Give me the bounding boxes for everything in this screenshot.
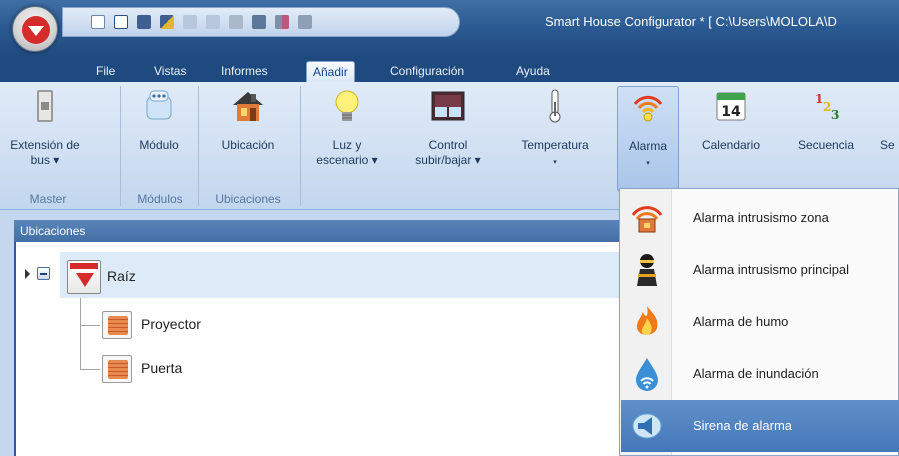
cropped-label: Se [880,138,895,152]
intruder-icon [629,252,665,288]
group-separator [300,86,301,206]
smoke-fire-icon [629,304,665,340]
tree-label-root[interactable]: Raíz [107,268,136,284]
title-bar: Smart House Configurator * [ C:\Users\MO… [0,0,899,58]
secuencia-button[interactable]: 123 Secuencia [780,86,872,192]
group-label-modulos: Módulos [137,192,183,206]
tab-anadir[interactable]: Añadir [306,61,355,82]
brick-wall-icon [102,311,132,339]
selection-marker-icon [25,269,30,279]
luz-label-2: escenario ▾ [316,153,378,167]
temperatura-dropdown-arrow: ▾ [553,159,557,166]
tab-file[interactable]: File [90,61,121,82]
svg-text:3: 3 [831,108,839,122]
open-icon[interactable] [114,15,128,29]
root-location-icon [67,260,101,294]
alarma-label: Alarma [628,139,667,153]
extension-bus-button[interactable]: Extensión de bus ▾ [0,86,90,192]
menu-item-label: Sirena de alarma [693,418,792,433]
menu-item-label: Alarma de inundación [693,366,819,381]
menu-item-sirena[interactable]: Sirena de alarma [621,400,899,452]
menu-item-intrusismo-zona[interactable]: Alarma intrusismo zona [621,192,899,244]
calendario-button[interactable]: 14 Calendario [688,86,774,192]
tree-label-puerta[interactable]: Puerta [141,360,182,376]
group-separator [198,86,199,206]
save-icon[interactable] [137,15,151,29]
cropped-ribbon-button[interactable]: Se [880,86,899,192]
menu-item-label: Alarma intrusismo zona [693,210,829,225]
control-label-2: subir/bajar ▾ [415,153,481,167]
calendar-day-text: 14 [721,104,741,120]
modulo-button[interactable]: Módulo [124,86,194,192]
tree-connector [80,325,100,326]
network-icon[interactable] [252,15,266,29]
group-label-ubicaciones: Ubicaciones [215,192,281,206]
device-icon[interactable] [275,15,289,29]
extension-bus-label-1: Extensión de [10,138,80,152]
monitor-icon[interactable] [298,15,312,29]
group-separator [120,86,121,206]
thermometer-icon [537,88,573,124]
tab-vistas[interactable]: Vistas [148,61,192,82]
tree-connector [80,298,81,370]
bus-extension-icon [27,88,63,124]
brick-wall-icon [102,355,132,383]
menu-item-inundacion[interactable]: Alarma de inundación [621,348,899,400]
app-menu-button[interactable] [12,6,58,52]
flood-drop-icon [629,356,665,392]
new-file-icon[interactable] [91,15,105,29]
ribbon-tabs: File Vistas Informes Añadir Configuració… [0,58,899,82]
tree-connector [80,369,100,370]
siren-icon [629,408,665,444]
export-icon[interactable] [206,15,220,29]
ubicacion-label: Ubicación [221,138,275,152]
collapse-icon[interactable] [37,267,50,280]
intrusion-zone-icon [629,200,665,236]
tree-label-proyector[interactable]: Proyector [141,316,201,332]
menu-item-label: Alarma de humo [693,314,789,329]
control-subir-bajar-button[interactable]: Control subir/bajar ▾ [402,86,494,192]
luz-label-1: Luz y [332,138,362,152]
extension-bus-label-2: bus ▾ [30,153,60,167]
grid-icon[interactable] [229,15,243,29]
alarm-icon [630,89,666,125]
house-icon [230,88,266,124]
tab-ayuda[interactable]: Ayuda [510,61,556,82]
calendario-label: Calendario [701,138,761,152]
temperatura-button[interactable]: Temperatura ▾ [506,86,604,192]
blind-icon [430,88,466,124]
modulo-label: Módulo [139,138,179,152]
ubicaciones-panel-header: Ubicaciones [14,220,624,242]
save-as-icon[interactable] [160,15,174,29]
cropped-icon [880,88,899,124]
menu-item-intrusismo-principal[interactable]: Alarma intrusismo principal [621,244,899,296]
secuencia-label: Secuencia [797,138,855,152]
luz-escenario-button[interactable]: Luz y escenario ▾ [302,86,392,192]
temperatura-label: Temperatura [521,138,589,152]
light-bulb-icon [329,88,365,124]
alarma-dropdown-menu: Alarma intrusismo zona Alarma intrusismo… [619,188,899,456]
brand-logo-icon [22,16,50,44]
tab-configuracion[interactable]: Configuración [384,61,470,82]
module-icon [141,88,177,124]
tab-informes[interactable]: Informes [215,61,274,82]
ubicacion-button[interactable]: Ubicación [202,86,294,192]
menu-item-label: Alarma intrusismo principal [693,262,850,277]
quick-access-toolbar [62,7,460,37]
alarma-button[interactable]: Alarma ▾ [617,86,679,192]
sequence-icon: 123 [808,88,844,124]
tree-row-root[interactable] [60,252,624,298]
window-title: Smart House Configurator * [ C:\Users\MO… [545,14,837,29]
import-icon[interactable] [183,15,197,29]
menu-item-humo[interactable]: Alarma de humo [621,296,899,348]
control-label-1: Control [428,138,468,152]
alarma-dropdown-arrow: ▾ [646,160,650,167]
group-label-master: Master [29,192,67,206]
calendar-icon: 14 [713,88,749,124]
